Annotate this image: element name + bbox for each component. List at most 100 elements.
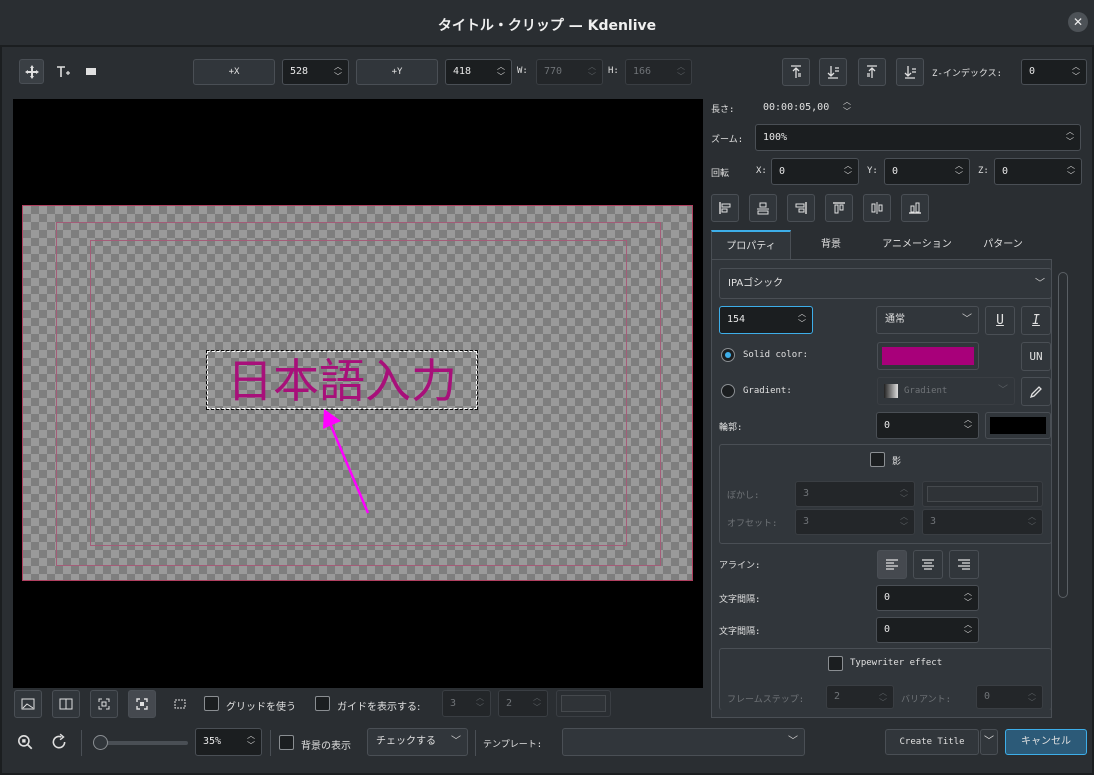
- create-title-button[interactable]: Create Title: [885, 729, 979, 755]
- zoom-percent-input[interactable]: 35% ︿ ﹀: [195, 728, 262, 756]
- shadow-label: 影: [892, 457, 902, 467]
- y-align-button[interactable]: +Y: [356, 59, 438, 85]
- duration-spin-icon[interactable]: ︿ ﹀: [843, 97, 851, 117]
- zoom-fit-button[interactable]: [128, 690, 156, 718]
- solid-color-button[interactable]: [877, 342, 979, 370]
- split-view-button[interactable]: [52, 690, 80, 718]
- align-hcenter-icon: [757, 202, 769, 215]
- outline-input[interactable]: 0 ︿ ﹀: [876, 412, 979, 439]
- show-background-checkbox[interactable]: [279, 735, 294, 750]
- zoom-slider-handle[interactable]: [93, 735, 108, 750]
- align-bottom-button[interactable]: [901, 194, 929, 222]
- spin-arrows-icon[interactable]: ︿ ﹀: [245, 731, 257, 751]
- dashed-rect-icon: [174, 699, 186, 709]
- y-position-input[interactable]: 418 ︿ ﹀: [445, 59, 512, 85]
- line-spacing-input[interactable]: 0 ︿ ﹀: [876, 617, 979, 643]
- text-align-right-button[interactable]: [949, 550, 979, 579]
- reset-zoom-button[interactable]: [50, 733, 70, 753]
- zoom-slider-track[interactable]: [95, 741, 188, 745]
- spin-arrows-icon[interactable]: ︿ ﹀: [332, 62, 344, 82]
- spin-arrows-icon[interactable]: ︿ ﹀: [962, 588, 974, 608]
- align-text-left-icon: [886, 558, 898, 570]
- lower-icon: [827, 66, 839, 79]
- raise-to-top-button[interactable]: [782, 58, 810, 86]
- rotate-z-input[interactable]: 0 ︿ ﹀: [994, 158, 1082, 185]
- guides-checkbox[interactable]: [315, 696, 330, 711]
- tab-properties[interactable]: プロパティ: [711, 230, 791, 259]
- solid-color-radio[interactable]: [721, 348, 735, 362]
- x-position-input[interactable]: 528 ︿ ﹀: [282, 59, 349, 85]
- align-left-button[interactable]: [711, 194, 739, 222]
- spacing1-value: 0: [884, 592, 891, 603]
- text-align-left-button[interactable]: [877, 550, 907, 579]
- template-select[interactable]: ﹀: [562, 728, 805, 756]
- spin-arrows-icon[interactable]: ︿ ﹀: [1065, 161, 1077, 181]
- properties-scrollbar[interactable]: [1058, 272, 1068, 598]
- rx-value: 0: [779, 166, 786, 177]
- x-align-button[interactable]: +X: [193, 59, 275, 85]
- rect-tool-button[interactable]: [78, 59, 103, 84]
- spin-arrows-icon[interactable]: ︿ ﹀: [962, 415, 974, 435]
- offset-x-input: 3 ︿ ﹀: [795, 509, 915, 535]
- fit-icon: [98, 698, 110, 710]
- font-select[interactable]: IPAゴシック ﹀: [719, 268, 1052, 299]
- properties-tabbar: プロパティ 背景 アニメーション パターン: [711, 230, 1044, 259]
- background-select[interactable]: チェックする ﹀: [367, 728, 468, 756]
- text-tool-button[interactable]: [50, 59, 75, 84]
- image-tool-button[interactable]: [14, 690, 42, 718]
- frame-step-input: 2 ︿ ﹀: [826, 685, 894, 709]
- edit-gradient-button[interactable]: [1021, 377, 1051, 406]
- w-label: W:: [517, 66, 528, 76]
- spin-arrows-icon[interactable]: ︿ ﹀: [495, 62, 507, 82]
- spin-arrows-icon: ︿ ﹀: [900, 484, 908, 503]
- tab-background[interactable]: 背景: [793, 230, 869, 259]
- lower-button[interactable]: [819, 58, 847, 86]
- title-canvas[interactable]: 日本語入力: [13, 99, 703, 688]
- spin-arrows-icon: ︿ ﹀: [677, 62, 685, 81]
- duration-value[interactable]: 00:00:05,00: [763, 102, 829, 113]
- letter-spacing-input[interactable]: 0 ︿ ﹀: [876, 585, 979, 611]
- cancel-button[interactable]: キャンセル: [1005, 729, 1087, 755]
- uppercase-button[interactable]: UN: [1021, 342, 1051, 371]
- italic-button[interactable]: I: [1021, 306, 1051, 335]
- align-hcenter-button[interactable]: [749, 194, 777, 222]
- zoom-in-button[interactable]: [16, 733, 36, 753]
- tab-pattern[interactable]: パターン: [965, 230, 1041, 259]
- spin-arrows-icon: ︿ ﹀: [879, 688, 887, 707]
- zoom-fit-icon: [136, 698, 148, 710]
- spin-arrows-icon[interactable]: ︿ ﹀: [1064, 127, 1076, 147]
- rotate-y-input[interactable]: 0 ︿ ﹀: [884, 158, 970, 185]
- spin-arrows-icon[interactable]: ︿ ﹀: [953, 161, 965, 181]
- select-tool-button[interactable]: [19, 59, 44, 84]
- font-size-input[interactable]: 154 ︿ ﹀: [719, 306, 813, 334]
- gradient-radio[interactable]: [721, 384, 735, 398]
- color-swatch: [927, 486, 1038, 502]
- rotate-x-input[interactable]: 0 ︿ ﹀: [771, 158, 859, 185]
- align-vcenter-button[interactable]: [863, 194, 891, 222]
- grid-checkbox[interactable]: [204, 696, 219, 711]
- shadow-checkbox[interactable]: [870, 452, 885, 467]
- z-index-input[interactable]: 0 ︿ ﹀: [1021, 59, 1087, 85]
- spin-arrows-icon[interactable]: ︿ ﹀: [962, 620, 974, 640]
- close-button[interactable]: ✕: [1068, 12, 1088, 32]
- select-all-button[interactable]: [166, 690, 194, 718]
- raise-button[interactable]: [858, 58, 886, 86]
- spin-arrows-icon[interactable]: ︿ ﹀: [1070, 62, 1082, 82]
- text-align-center-button[interactable]: [913, 550, 943, 579]
- tab-animation[interactable]: アニメーション: [871, 230, 963, 259]
- create-title-menu-button[interactable]: ﹀: [980, 729, 998, 755]
- fit-button[interactable]: [90, 690, 118, 718]
- font-weight-value: 通常: [885, 314, 905, 325]
- spin-arrows-icon[interactable]: ︿ ﹀: [796, 309, 808, 329]
- outline-color-button[interactable]: [985, 412, 1051, 439]
- align-top-button[interactable]: [825, 194, 853, 222]
- align-right-button[interactable]: [787, 194, 815, 222]
- font-weight-select[interactable]: 通常 ﹀: [876, 306, 979, 334]
- typewriter-checkbox[interactable]: [828, 656, 843, 671]
- spin-arrows-icon[interactable]: ︿ ﹀: [842, 161, 854, 181]
- spin-arrows-icon: ︿ ﹀: [1028, 688, 1036, 707]
- underline-button[interactable]: U: [985, 306, 1015, 335]
- spin-arrows-icon: ︿ ﹀: [588, 62, 596, 81]
- lower-to-bottom-button[interactable]: [896, 58, 924, 86]
- zoom-input[interactable]: 100% ︿ ﹀: [755, 124, 1081, 151]
